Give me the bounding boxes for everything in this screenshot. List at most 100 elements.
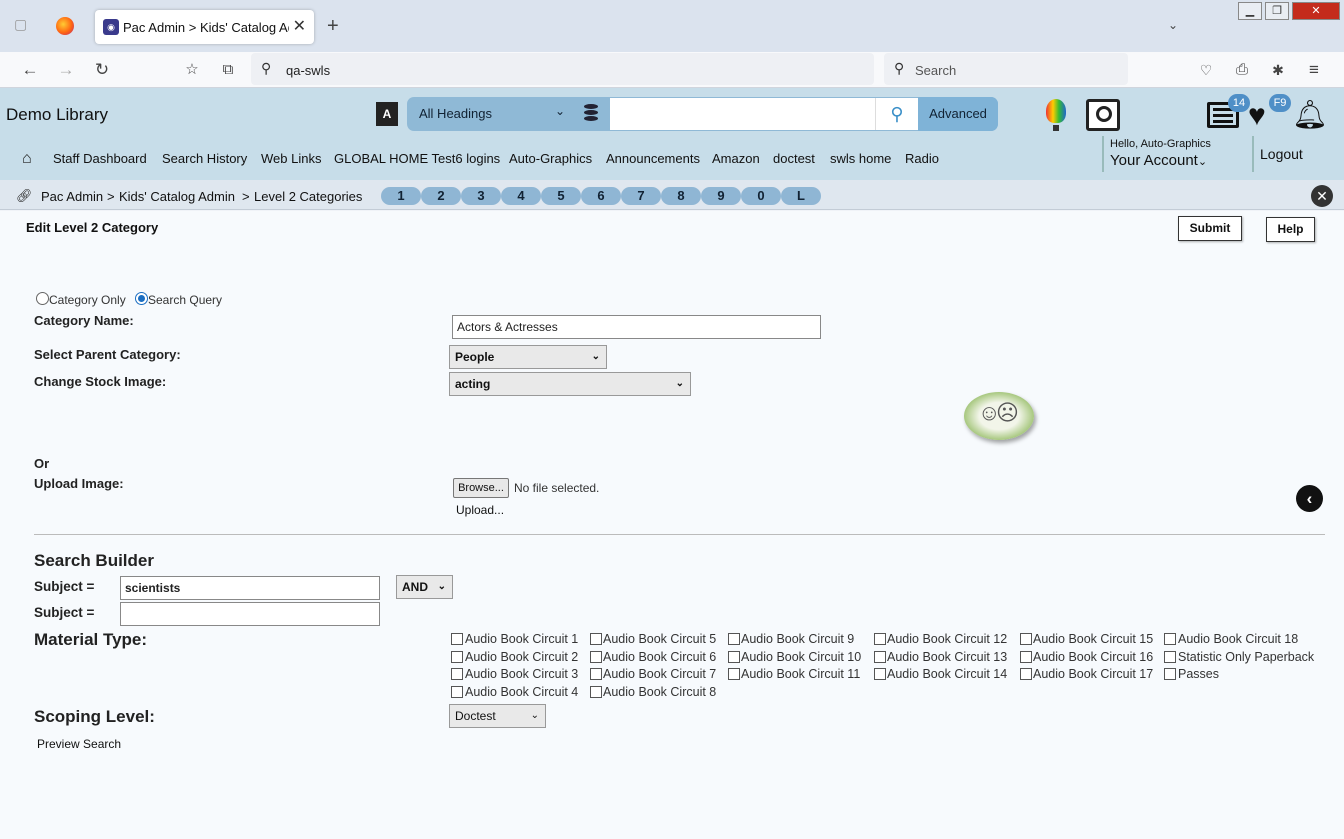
material-type-checkbox[interactable] [874,651,886,663]
hotkey-l[interactable]: L [781,187,821,205]
search-scope-select[interactable]: All Headings [419,106,492,121]
material-type-checkbox[interactable] [728,633,740,645]
browser-search-bar[interactable]: ⚲ Search [884,53,1128,85]
logout-link[interactable]: Logout [1260,146,1303,162]
tab-dummy-icon[interactable]: ▢ [14,16,36,38]
menu-item-auto-graphics[interactable]: Auto-Graphics [509,151,592,166]
help-button[interactable]: Help [1266,217,1315,242]
parent-category-label: Select Parent Category: [34,347,181,362]
preview-search-link[interactable]: Preview Search [37,737,121,751]
reload-icon[interactable]: ↻ [89,58,115,82]
parent-category-select[interactable]: People ⌄ [449,345,607,369]
search-icon[interactable]: ⚲ [875,98,918,130]
menu-item-doctest[interactable]: doctest [773,151,815,166]
account-menu[interactable]: Hello, Auto-Graphics Your Account⌄ [1102,136,1244,172]
browse-button[interactable]: Browse... [453,478,509,498]
catalog-search-box: All Headings ⌄ ⚲ Advanced [407,97,998,131]
material-type-checkbox[interactable] [1164,668,1176,680]
notifications-bell-icon[interactable]: 🔔︎ [1292,100,1328,130]
material-type-checkbox[interactable] [728,668,740,680]
material-type-checkbox[interactable] [874,668,886,680]
hamburger-menu-icon[interactable]: ≡ [1301,58,1327,82]
search-query-radio[interactable] [135,292,148,305]
back-arrow-icon[interactable]: ← [17,58,43,82]
window-minimize-icon[interactable]: ▁ [1238,2,1262,20]
category-only-radio[interactable] [36,292,49,305]
hotkey-8[interactable]: 8 [661,187,701,205]
hotkey-5[interactable]: 5 [541,187,581,205]
print-icon[interactable]: ⎙ [1229,58,1255,82]
material-type-checkbox[interactable] [451,633,463,645]
material-type-checkbox[interactable] [590,651,602,663]
hotkey-6[interactable]: 6 [581,187,621,205]
favorites-heart-icon[interactable]: ♥ [1248,101,1266,131]
chevron-left-icon[interactable]: ‹ [1296,485,1323,512]
url-text[interactable]: qa-swls [286,63,330,78]
database-icon[interactable] [584,104,598,122]
firefox-icon [56,17,74,35]
menu-item-web-links[interactable]: Web Links [261,151,321,166]
breadcrumb-item-kids-catalog-admin[interactable]: Kids' Catalog Admin [119,189,235,204]
your-account-link[interactable]: Your Account⌄ [1110,152,1207,169]
material-type-checkbox[interactable] [451,651,463,663]
scoping-level-select[interactable]: Doctest ⌄ [449,704,546,728]
breadcrumb-item-pac-admin[interactable]: Pac Admin [41,189,103,204]
subject-input-1[interactable]: scientists [120,576,380,600]
extensions-icon[interactable]: ✱ [1265,58,1291,82]
translate-icon[interactable]: A [376,102,398,126]
new-tab-icon[interactable]: + [327,16,339,36]
advanced-search-button[interactable]: Advanced [918,97,998,131]
chevron-down-icon[interactable]: ⌄ [555,104,565,118]
screenshot-icon[interactable]: ⧉ [215,58,241,82]
menu-item-swls-home[interactable]: swls home [830,151,891,166]
operator-select[interactable]: AND ⌄ [396,575,453,599]
category-name-input[interactable]: Actors & Actresses [452,315,821,339]
menu-item-amazon[interactable]: Amazon [712,151,760,166]
catalog-search-input[interactable] [610,98,875,130]
hotkey-0[interactable]: 0 [741,187,781,205]
material-type-checkbox[interactable] [728,651,740,663]
hotkey-3[interactable]: 3 [461,187,501,205]
browser-tab-active[interactable]: ◉ Pac Admin > Kids' Catalog Adm ✕ [95,10,314,44]
pocket-icon[interactable]: ♡ [1193,58,1219,82]
material-type-checkbox[interactable] [1020,668,1032,680]
window-maximize-icon[interactable]: ❐ [1265,2,1289,20]
material-type-checkbox[interactable] [1020,633,1032,645]
hotkey-7[interactable]: 7 [621,187,661,205]
hotkey-1[interactable]: 1 [381,187,421,205]
menu-item-announcements[interactable]: Announcements [606,151,700,166]
upload-image-label: Upload Image: [34,476,124,491]
hot-air-balloon-icon[interactable] [1046,99,1066,123]
hotkey-9[interactable]: 9 [701,187,741,205]
submit-button[interactable]: Submit [1178,216,1242,241]
menu-item-global-home[interactable]: GLOBAL HOME Test6 logins [334,151,500,166]
subject-input-2[interactable] [120,602,380,626]
material-type-label-item: Audio Book Circuit 13 [887,650,1008,664]
material-type-checkbox[interactable] [590,633,602,645]
material-type-checkbox[interactable] [590,668,602,680]
stock-image-select[interactable]: acting ⌄ [449,372,691,396]
material-type-checkbox[interactable] [451,668,463,680]
menu-item-search-history[interactable]: Search History [162,151,247,166]
camera-search-icon[interactable] [1086,99,1120,131]
hotkey-4[interactable]: 4 [501,187,541,205]
forward-arrow-icon[interactable]: → [53,58,79,82]
material-type-checkbox[interactable] [590,686,602,698]
material-type-checkbox[interactable] [1164,633,1176,645]
menu-item-staff-dashboard[interactable]: Staff Dashboard [53,151,147,166]
material-type-checkbox[interactable] [1020,651,1032,663]
hotkey-2[interactable]: 2 [421,187,461,205]
material-type-checkbox[interactable] [451,686,463,698]
file-status-text: No file selected. [514,481,600,495]
material-type-checkbox[interactable] [1164,651,1176,663]
close-icon[interactable]: ✕ [1311,185,1333,207]
tab-list-chevron-icon[interactable]: ⌄ [1168,18,1178,32]
url-bar[interactable]: ⚲ qa-swls [251,53,874,85]
tab-close-icon[interactable]: ✕ [293,16,306,36]
home-icon[interactable]: ⌂ [22,150,32,168]
menu-item-radio[interactable]: Radio [905,151,939,166]
bookmark-star-icon[interactable]: ☆ [179,58,205,82]
window-close-icon[interactable]: ✕ [1292,2,1340,20]
upload-link[interactable]: Upload... [456,503,504,517]
material-type-checkbox[interactable] [874,633,886,645]
